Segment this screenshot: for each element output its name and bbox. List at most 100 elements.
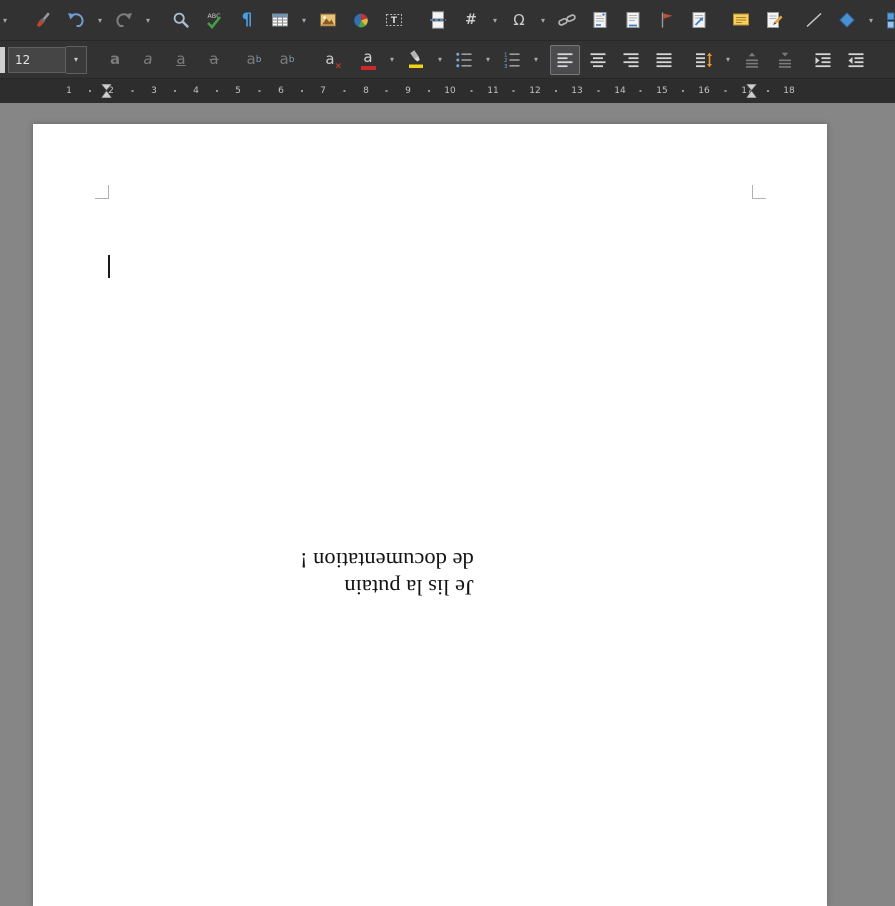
redo-dropdown-arrow[interactable]: ▾ — [142, 5, 154, 35]
font-color-button[interactable]: a — [353, 45, 383, 75]
increase-paragraph-spacing-icon — [746, 52, 758, 68]
line-spacing-dropdown-arrow[interactable]: ▾ — [722, 45, 734, 75]
align-right-icon — [623, 52, 639, 67]
insert-hyperlink-button[interactable] — [552, 5, 582, 35]
text-box-icon: T — [386, 14, 402, 26]
find-and-replace-button[interactable] — [166, 5, 196, 35]
magnifier-icon — [173, 12, 189, 28]
gallery-button[interactable] — [880, 5, 895, 35]
align-center-button[interactable] — [583, 45, 613, 75]
strikethrough-button[interactable]: a — [199, 45, 229, 75]
clipped-font-name-box[interactable] — [0, 46, 5, 73]
font-size-dropdown-button[interactable]: ▾ — [66, 45, 87, 74]
insert-endnote-button[interactable] — [618, 5, 648, 35]
align-right-button[interactable] — [616, 45, 646, 75]
insert-footnote-button[interactable] — [585, 5, 615, 35]
decrease-paragraph-spacing-button[interactable] — [770, 45, 800, 75]
track-changes-button[interactable] — [759, 5, 789, 35]
indent-marker-right[interactable] — [746, 84, 757, 98]
increase-paragraph-spacing-button[interactable] — [737, 45, 767, 75]
ruler-number: 7 — [320, 86, 326, 96]
decrease-indent-button[interactable] — [841, 45, 871, 75]
align-left-button[interactable] — [550, 44, 580, 75]
insert-page-break-button[interactable] — [423, 5, 453, 35]
ruler-number: 9 — [405, 86, 411, 96]
formatting-marks-button[interactable]: ¶ — [232, 5, 262, 35]
insert-special-character-dropdown-arrow[interactable]: ▾ — [537, 5, 549, 35]
indent-marker-left[interactable] — [101, 84, 112, 98]
line-spacing-button[interactable] — [689, 45, 719, 75]
chevron-down-icon: ▾ — [301, 15, 306, 25]
increase-indent-button[interactable] — [808, 45, 838, 75]
diamond-shape-icon — [839, 12, 855, 28]
text-boundary-corner-left — [95, 185, 109, 199]
decrease-paragraph-spacing-icon — [779, 52, 791, 68]
redo-arrow-icon — [116, 13, 132, 27]
insert-image-button[interactable] — [313, 5, 343, 35]
horizontal-ruler[interactable]: 1 2 3 4 5 6 7 8 9 10 11 12 13 14 15 16 1… — [0, 79, 895, 103]
subscript-button[interactable]: ab — [272, 45, 302, 75]
insert-bookmark-button[interactable] — [651, 5, 681, 35]
strikethrough-icon: a — [209, 50, 219, 68]
ruler-number: 15 — [656, 86, 668, 96]
ordered-list-button[interactable]: 123 — [497, 45, 527, 75]
subscript-icon: a — [279, 50, 289, 68]
unordered-list-button[interactable] — [449, 45, 479, 75]
font-size-input[interactable] — [8, 46, 66, 73]
rotated-line-2: de documentation ! — [300, 548, 474, 573]
ordered-list-dropdown-arrow[interactable]: ▾ — [530, 45, 542, 75]
insert-comment-button[interactable] — [726, 5, 756, 35]
insert-field-dropdown-arrow[interactable]: ▾ — [489, 5, 501, 35]
red-x-mark: ✕ — [334, 61, 342, 72]
basic-shapes-dropdown-arrow[interactable]: ▾ — [865, 5, 877, 35]
ruler-number: 6 — [278, 86, 284, 96]
unordered-list-dropdown-arrow[interactable]: ▾ — [482, 45, 494, 75]
highlight-color-dropdown-arrow[interactable]: ▾ — [434, 45, 446, 75]
insert-special-character-button[interactable]: Ω — [504, 5, 534, 35]
clipped-left-toolbar-button[interactable]: ▾ — [0, 5, 10, 35]
standard-toolbar: ▾ ▾ ▾ ABC ¶ ▾ T # ▾ Ω ▾ ▾ — [0, 0, 895, 41]
gallery-grid-icon — [887, 12, 895, 29]
spelling-check-button[interactable]: ABC — [199, 5, 229, 35]
footnote-page-icon — [593, 12, 607, 28]
bullet-list-icon — [456, 52, 472, 67]
font-color-dropdown-arrow[interactable]: ▾ — [386, 45, 398, 75]
document-page[interactable]: Je lis la putain de documentation ! — [33, 124, 827, 906]
italic-button[interactable]: a — [133, 45, 163, 75]
highlight-color-button[interactable] — [401, 45, 431, 75]
undo-button[interactable] — [61, 5, 91, 35]
chevron-down-icon: ▾ — [540, 15, 545, 25]
insert-field-button[interactable]: # — [456, 5, 486, 35]
rotated-paragraph[interactable]: Je lis la putain de documentation ! — [300, 547, 474, 601]
insert-chart-button[interactable] — [346, 5, 376, 35]
insert-line-button[interactable] — [799, 5, 829, 35]
underline-button[interactable]: a — [166, 45, 196, 75]
justify-button[interactable] — [649, 45, 679, 75]
picture-icon — [320, 13, 336, 27]
bookmark-flag-icon — [661, 12, 673, 28]
paintbrush-icon — [36, 12, 50, 28]
basic-shapes-button[interactable] — [832, 5, 862, 35]
insert-table-button[interactable] — [265, 5, 295, 35]
chevron-down-icon: ▾ — [533, 55, 538, 64]
superscript-b: b — [255, 54, 262, 65]
font-size-combobox: ▾ — [8, 45, 87, 74]
ruler-number: 5 — [235, 86, 241, 96]
clear-formatting-button[interactable]: a ✕ — [315, 45, 345, 75]
chevron-down-icon: ▾ — [868, 15, 873, 25]
chevron-down-icon: ▾ — [437, 55, 442, 64]
bold-button[interactable]: a — [100, 45, 130, 75]
page-break-icon — [430, 11, 446, 29]
insert-table-dropdown-arrow[interactable]: ▾ — [298, 5, 310, 35]
clone-formatting-button[interactable] — [28, 5, 58, 35]
insert-text-box-button[interactable]: T — [379, 5, 409, 35]
superscript-button[interactable]: ab — [239, 45, 269, 75]
redo-button[interactable] — [109, 5, 139, 35]
increase-indent-icon — [815, 52, 831, 67]
insert-cross-reference-button[interactable] — [684, 5, 714, 35]
undo-dropdown-arrow[interactable]: ▾ — [94, 5, 106, 35]
subscript-b: b — [288, 54, 295, 65]
svg-text:T: T — [391, 16, 398, 26]
chevron-down-icon: ▾ — [485, 55, 490, 64]
align-center-icon — [590, 52, 606, 67]
